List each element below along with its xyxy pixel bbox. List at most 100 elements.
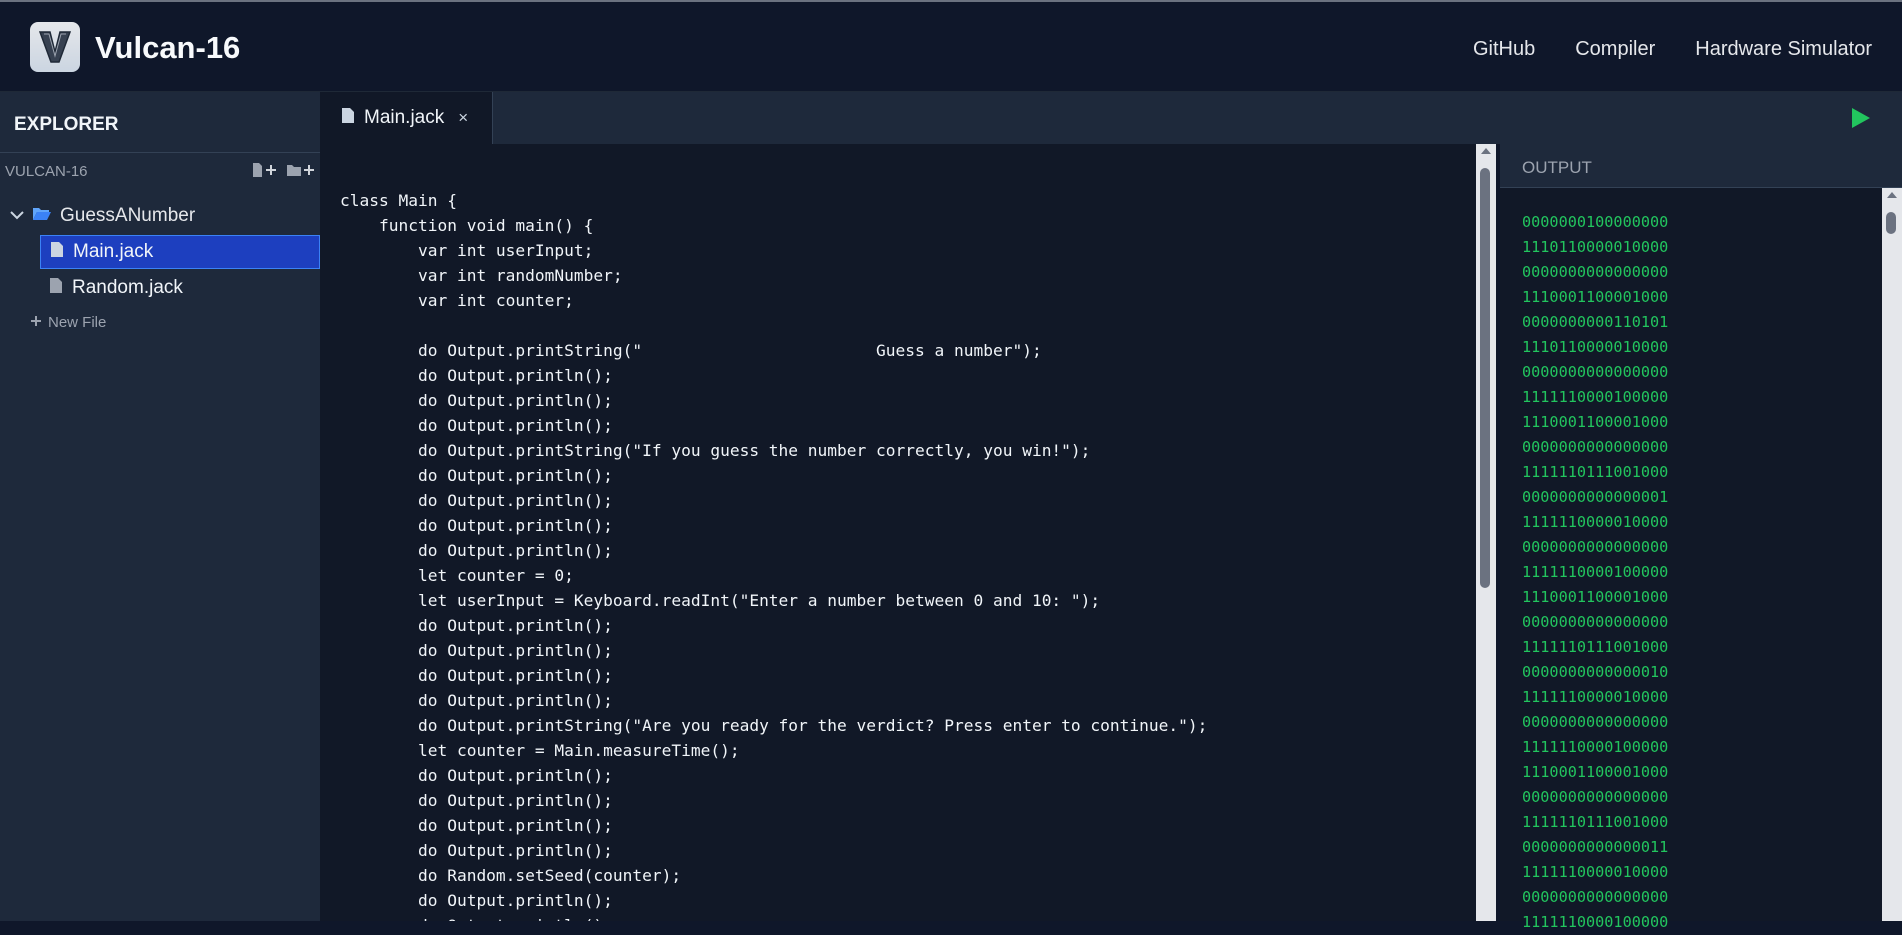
file-name: Random.jack xyxy=(72,277,183,298)
folder-open-icon xyxy=(32,206,52,227)
tab-label: Main.jack xyxy=(364,107,445,128)
output-scrollbar-thumb[interactable] xyxy=(1886,212,1896,234)
code-line: do Output.printString(" Guess a number")… xyxy=(340,341,1042,360)
output-line: 1110001100001000 xyxy=(1522,588,1669,606)
code-line: var int counter; xyxy=(340,291,574,310)
output-panel: OUTPUT 0000000100000000 1110110000010000 0… xyxy=(1500,144,1902,931)
code-line: do Output.println(); xyxy=(340,366,613,385)
code-line: do Output.println(); xyxy=(340,691,613,710)
code-line: let counter = Main.measureTime(); xyxy=(340,741,740,760)
output-line: 1110110000010000 xyxy=(1522,338,1669,356)
output-line: 0000000000110101 xyxy=(1522,313,1669,331)
output-line: 1111110111001000 xyxy=(1522,638,1669,656)
code-line: do Output.println(); xyxy=(340,541,613,560)
file-item-random-jack[interactable]: Random.jack xyxy=(40,271,320,305)
file-item-main-jack[interactable]: Main.jack xyxy=(40,235,320,269)
top-nav: GitHub Compiler Hardware Simulator xyxy=(1473,38,1872,61)
new-file-label: New File xyxy=(48,314,107,331)
output-line: 1111110000100000 xyxy=(1522,913,1669,931)
nav-hardware-simulator-link[interactable]: Hardware Simulator xyxy=(1695,38,1872,61)
editor-tab-bar: Main.jack × xyxy=(320,92,1902,145)
code-content[interactable]: class Main { function void main() { var … xyxy=(340,188,1207,921)
plus-icon xyxy=(30,314,42,331)
output-line: 0000000000000001 xyxy=(1522,488,1669,506)
play-icon xyxy=(1852,108,1870,128)
code-line: do Output.println(); xyxy=(340,491,613,510)
code-line: do Output.println(); xyxy=(340,913,1207,921)
code-line: let userInput = Keyboard.readInt("Enter … xyxy=(340,591,1101,610)
code-line: do Output.println(); xyxy=(340,416,613,435)
code-line: do Output.println(); xyxy=(340,841,613,860)
folder-guessanumber[interactable]: GuessANumber xyxy=(10,202,195,230)
code-line: do Output.println(); xyxy=(340,816,613,835)
code-line: do Output.println(); xyxy=(340,516,613,535)
output-line: 1111110000010000 xyxy=(1522,863,1669,881)
output-line: 1111110000100000 xyxy=(1522,388,1669,406)
output-line: 1110110000010000 xyxy=(1522,238,1669,256)
output-line: 1111110000100000 xyxy=(1522,738,1669,756)
explorer-title: EXPLORER xyxy=(14,114,119,135)
output-line: 1110001100001000 xyxy=(1522,288,1669,306)
output-line: 0000000000000000 xyxy=(1522,888,1669,906)
editor-scrollbar-thumb[interactable] xyxy=(1480,168,1490,588)
nav-github-link[interactable]: GitHub xyxy=(1473,38,1535,61)
file-icon xyxy=(51,242,63,262)
code-line: do Output.println(); xyxy=(340,466,613,485)
app-header: Vulcan-16 GitHub Compiler Hardware Simul… xyxy=(0,0,1902,92)
output-line: 0000000000000000 xyxy=(1522,613,1669,631)
scroll-up-arrow-icon[interactable] xyxy=(1481,148,1491,154)
code-line: function void main() { xyxy=(340,216,594,235)
code-line: do Output.println(); xyxy=(340,791,613,810)
folder-name: GuessANumber xyxy=(60,205,196,226)
output-line: 1110001100001000 xyxy=(1522,413,1669,431)
file-name: Main.jack xyxy=(73,241,154,262)
tab-main-jack[interactable]: Main.jack × xyxy=(320,92,493,144)
code-line: do Output.println(); xyxy=(340,666,613,685)
logo-icon xyxy=(30,22,80,72)
output-line: 0000000000000011 xyxy=(1522,838,1669,856)
output-line: 0000000000000000 xyxy=(1522,263,1669,281)
chevron-down-icon xyxy=(10,207,24,225)
code-line: do Output.println(); xyxy=(340,891,613,910)
file-icon xyxy=(342,108,354,128)
code-line: do Output.println(); xyxy=(340,641,613,660)
output-line: 0000000000000000 xyxy=(1522,538,1669,556)
code-line: let counter = 0; xyxy=(340,566,574,585)
code-line: class Main { xyxy=(340,191,457,210)
output-line: 1111110000100000 xyxy=(1522,563,1669,581)
code-line: do Output.printString("If you guess the … xyxy=(340,441,1091,460)
app-title: Vulcan-16 xyxy=(95,30,241,65)
code-line: var int userInput; xyxy=(340,241,594,260)
run-button[interactable] xyxy=(1850,106,1872,130)
output-title: OUTPUT xyxy=(1522,158,1592,177)
output-line: 1111110111001000 xyxy=(1522,463,1669,481)
code-editor[interactable]: class Main { function void main() { var … xyxy=(320,144,1478,921)
sidebar-divider xyxy=(0,152,320,153)
project-actions xyxy=(252,162,316,183)
scroll-up-arrow-icon[interactable] xyxy=(1887,192,1897,198)
output-line: 1111110111001000 xyxy=(1522,813,1669,831)
code-line: do Output.println(); xyxy=(340,616,613,635)
file-plus-icon[interactable] xyxy=(252,162,278,183)
output-line: 1111110000010000 xyxy=(1522,513,1669,531)
nav-compiler-link[interactable]: Compiler xyxy=(1575,38,1655,61)
output-line: 1111110000010000 xyxy=(1522,688,1669,706)
output-scrollbar[interactable] xyxy=(1882,188,1902,921)
output-line: 0000000100000000 xyxy=(1522,213,1669,231)
project-row: VULCAN-16 xyxy=(0,160,320,186)
folder-plus-icon[interactable] xyxy=(286,162,316,183)
new-file-button[interactable]: New File xyxy=(30,314,106,331)
code-line: do Output.println(); xyxy=(340,391,613,410)
output-line: 0000000000000010 xyxy=(1522,663,1669,681)
code-line: do Output.printString("Are you ready for… xyxy=(340,716,1208,735)
close-icon[interactable]: × xyxy=(458,108,468,128)
output-line: 0000000000000000 xyxy=(1522,438,1669,456)
code-line: do Random.setSeed(counter); xyxy=(340,866,682,885)
output-line: 1110001100001000 xyxy=(1522,763,1669,781)
explorer-sidebar: EXPLORER VULCAN-16 GuessANumber Main.jac… xyxy=(0,92,320,921)
project-name: VULCAN-16 xyxy=(5,163,88,180)
output-line: 0000000000000000 xyxy=(1522,788,1669,806)
output-content: 0000000100000000 1110110000010000 00000000… xyxy=(1522,210,1668,935)
code-line: do Output.println(); xyxy=(340,766,613,785)
